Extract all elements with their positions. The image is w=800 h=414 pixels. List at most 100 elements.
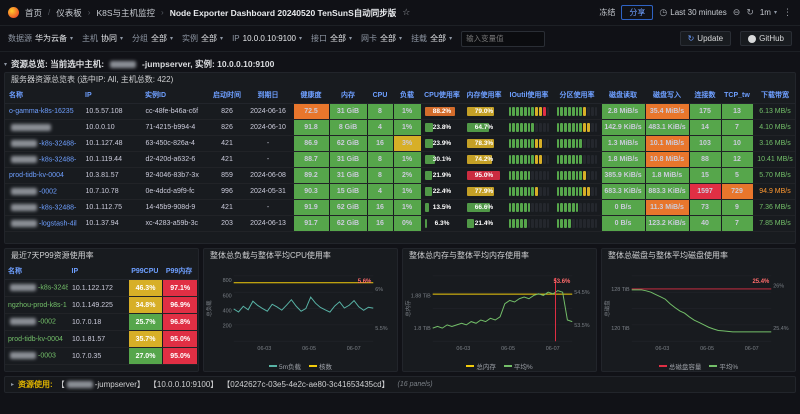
table-cell [505,200,553,216]
column-header[interactable]: IOutil使用率 [505,87,553,104]
table-cell[interactable]: -k8s-32488- [5,152,81,168]
panel-title[interactable]: 整体总磁盘与整体平均磁盘使用率 [602,249,795,263]
row-tag-instance: 【10.0.0.10:9100】 [149,379,218,390]
column-header[interactable]: 实例ID [141,87,211,104]
filter-dropdown[interactable]: 实例全部▾ [182,33,223,44]
freeze-button[interactable]: 冻结 [599,7,615,18]
star-icon[interactable]: ☆ [402,8,410,17]
table-cell: 421 [211,152,243,168]
memory-chart[interactable]: 1.88 TiB1.8 TiB54.5%53.5%06-0306-0506-07… [403,263,596,360]
table-cell[interactable]: -k8s-32488- [5,136,81,152]
redacted-text [11,188,37,195]
filter-value[interactable]: 华为云备 [35,33,67,44]
column-header[interactable]: 启动时间 [211,87,243,104]
column-header[interactable]: 到期日 [243,87,293,104]
column-header[interactable]: CPU [367,87,393,104]
column-header[interactable]: IP [81,87,141,104]
table-cell[interactable]: prod-tidb-kv-0004 [5,331,69,348]
disk-chart[interactable]: 128 TiB120 TiB26%25.4%06-0306-0506-0725.… [602,263,795,360]
column-header[interactable]: P99CPU [128,263,163,280]
column-header[interactable]: 磁盘写入 [645,87,689,104]
column-header[interactable]: 内存 [329,87,367,104]
column-header[interactable]: 磁盘读取 [601,87,645,104]
column-header[interactable]: 名称 [5,263,69,280]
kebab-menu-icon[interactable]: ⋮ [783,8,792,17]
table-cell[interactable] [5,120,81,136]
filter-dropdown[interactable]: 挂载全部▾ [411,33,452,44]
column-header[interactable]: CPU使用率 [421,87,463,104]
table-cell[interactable]: -k8s-32488 [5,280,69,297]
time-range-picker[interactable]: ◷ Last 30 minutes [659,8,726,17]
legend-item[interactable]: 平均% [709,361,738,371]
share-button[interactable]: 分享 [621,5,653,20]
table-cell: 30.1% [421,152,463,168]
column-header[interactable]: 下载带宽 [753,87,796,104]
load-cpu-chart[interactable]: 8006004002006%5.5%06-0306-0506-075.6%总负载 [204,263,397,360]
filter-value[interactable]: 协同 [101,33,117,44]
column-header[interactable]: 健康度 [293,87,329,104]
legend-item[interactable]: 总磁盘容量 [659,361,702,371]
legend-item[interactable]: 5m负载 [269,361,301,371]
filter-dropdown[interactable]: IP10.0.0.10:9100▾ [232,34,302,43]
table-cell[interactable]: -0002 [5,184,81,200]
chevron-down-icon: ▾ [299,35,302,42]
column-header[interactable]: 连接数 [689,87,721,104]
column-header[interactable]: 分区使用率 [553,87,601,104]
refresh-interval-dropdown[interactable]: 1m ▾ [760,8,777,17]
panel-title[interactable]: 整体总内存与整体平均内存使用率 [403,249,596,263]
filter-dropdown[interactable]: 主机协同▾ [82,33,123,44]
table-cell: 46.3% [128,280,163,297]
breadcrumb-dashboards[interactable]: 仪表板 [56,7,82,19]
column-header[interactable]: 名称 [5,87,81,104]
filter-dropdown[interactable]: 分组全部▾ [132,33,173,44]
filter-value[interactable]: 全部 [430,33,446,44]
panel-title[interactable]: 服务器资源总览表 (选中IP: All, 主机总数: 422) [5,73,795,87]
column-header[interactable]: IP [69,263,129,280]
row-header-overview[interactable]: ▾ 资源总览: 当前选中主机: -jumpserver, 实例: 10.0.0.… [4,56,796,72]
column-header[interactable]: TCP_tw [721,87,753,104]
svg-text:总负载: 总负载 [205,300,213,317]
filter-dropdown[interactable]: 接口全部▾ [311,33,352,44]
panel-title[interactable]: 整体总负载与整体平均CPU使用率 [204,249,397,263]
table-cell[interactable]: -logstash-4il [5,216,81,232]
legend-item[interactable]: 核数 [309,361,332,371]
collapsed-row-resource-usage[interactable]: ▸ 资源使用: 【-jumpserver】 【10.0.0.10:9100】 【… [4,376,796,393]
github-button[interactable]: GitHub [740,31,792,46]
refresh-icon[interactable]: ↻ [746,8,754,17]
table-cell[interactable]: ngzhou-prod-k8s-1 [5,297,69,314]
column-header[interactable]: 负载 [393,87,421,104]
table-cell[interactable]: -0003 [5,348,69,365]
panel-title[interactable]: 最近7天P99资源使用率 [5,249,198,263]
table-cell: 21.4% [463,216,505,232]
legend-item[interactable]: 平均% [504,361,533,371]
svg-text:06-03: 06-03 [456,346,470,352]
table-cell[interactable]: prod-tidb-kv-0004 [5,168,81,184]
bar-gauge: 78.3% [467,138,502,149]
grafana-logo-icon[interactable] [8,7,19,18]
filter-value[interactable]: 全部 [201,33,217,44]
table-cell: 1.3 MiB/s [601,136,645,152]
filter-value[interactable]: 全部 [380,33,396,44]
filter-value[interactable]: 全部 [151,33,167,44]
legend-swatch [504,365,512,367]
filter-value[interactable]: 10.0.0.10:9100 [243,34,296,43]
zoom-out-icon[interactable]: ⊖ [733,8,741,17]
filter-dropdown[interactable]: 网卡全部▾ [361,33,402,44]
legend-item[interactable]: 总内存 [466,361,496,371]
redacted-text [110,61,136,68]
column-header[interactable]: P99内存 [163,263,198,280]
breadcrumb-home[interactable]: 首页 [25,7,42,19]
variable-value-input[interactable] [461,31,545,47]
filter-label: 实例 [182,33,198,44]
table-cell[interactable]: o-gamma-k8s-16235 [5,104,81,120]
table-cell[interactable]: -k8s-32488- [5,200,81,216]
table-cell: 6.13 MB/s [753,104,796,120]
breadcrumb-folder[interactable]: K8S与主机监控 [96,7,155,19]
column-header[interactable]: 内存使用率 [463,87,505,104]
update-button[interactable]: ↻ Update [680,31,732,46]
table-cell: 96.8% [163,314,198,331]
table-cell[interactable]: -0002 [5,314,69,331]
svg-text:26%: 26% [773,284,784,290]
filter-dropdown[interactable]: 数据源华为云备▾ [8,33,73,44]
filter-value[interactable]: 全部 [330,33,346,44]
